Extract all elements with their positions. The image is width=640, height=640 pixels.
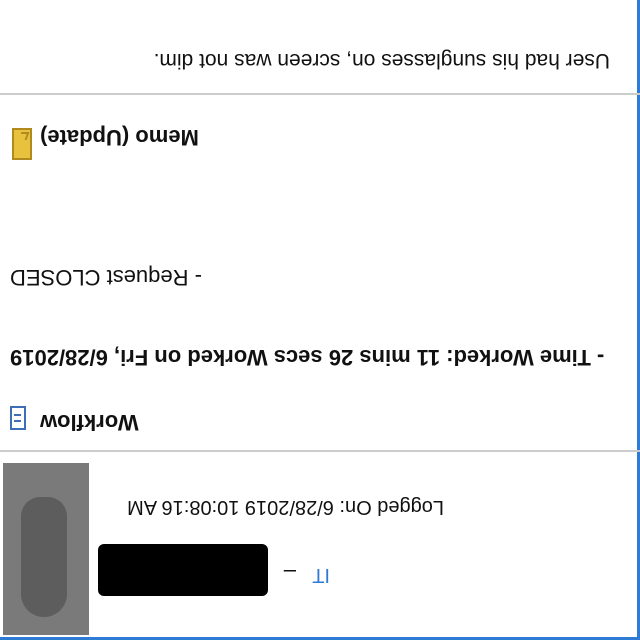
logged-on-timestamp: Logged On: 6/28/2019 10:08:16 AM	[127, 496, 444, 518]
avatar	[3, 463, 89, 635]
memo-icon	[12, 128, 32, 160]
log-entry: Logged On: 6/28/2019 10:08:16 AM – IT	[0, 452, 640, 640]
workflow-heading: Workflow	[40, 410, 139, 435]
request-closed-line: - Request CLOSED	[10, 265, 202, 290]
divider	[0, 450, 640, 452]
rotated-stage: Logged On: 6/28/2019 10:08:16 AM – IT Wo…	[0, 0, 640, 640]
time-worked-line: - Time Worked: 11 mins 26 secs Worked on…	[10, 345, 605, 370]
redacted-author-name	[98, 544, 268, 596]
note-text: User had his sunglasses on, screen was n…	[153, 49, 610, 72]
memo-heading: Memo (Update)	[40, 125, 199, 150]
document-icon	[10, 406, 26, 430]
divider	[0, 93, 640, 95]
author-department-link[interactable]: IT	[312, 563, 330, 586]
avatar-silhouette-icon	[21, 497, 67, 617]
author-separator: –	[283, 560, 296, 585]
